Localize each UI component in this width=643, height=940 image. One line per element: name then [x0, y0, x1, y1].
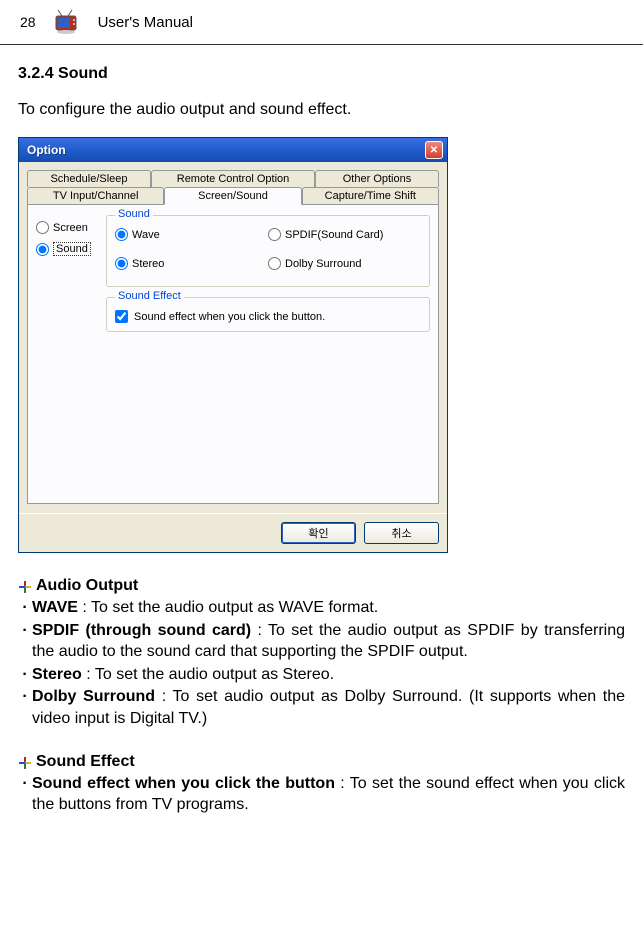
sound-effect-checkbox-label: Sound effect when you click the button. [134, 311, 325, 323]
tab-other-options[interactable]: Other Options [315, 170, 439, 187]
radio-spdif-label: SPDIF(Sound Card) [285, 229, 383, 241]
audio-output-heading-text: Audio Output [36, 577, 138, 595]
bullet-dot: · [18, 664, 32, 686]
dialog-footer: 확인 취소 [19, 513, 447, 552]
bullet-dot: · [18, 597, 32, 619]
radio-stereo[interactable]: Stereo [115, 257, 268, 270]
list-item: · WAVE : To set the audio output as WAVE… [18, 597, 625, 619]
radio-stereo-input[interactable] [115, 257, 128, 270]
plus-icon [18, 756, 32, 770]
radio-stereo-label: Stereo [132, 258, 164, 270]
bullet-dot: · [18, 686, 32, 729]
list-item: · SPDIF (through sound card) : To set th… [18, 620, 625, 663]
radio-screen[interactable]: Screen [36, 221, 106, 234]
item-desc: : To set the audio output as WAVE format… [78, 599, 378, 616]
sound-effect-checkbox-row[interactable]: Sound effect when you click the button. [115, 310, 421, 323]
dialog-title: Option [27, 143, 425, 157]
tab-tv-input[interactable]: TV Input/Channel [27, 187, 164, 205]
sound-effect-checkbox[interactable] [115, 310, 128, 323]
radio-sound-input[interactable] [36, 243, 49, 256]
radio-spdif-input[interactable] [268, 228, 281, 241]
radio-dolby[interactable]: Dolby Surround [268, 257, 421, 270]
page-number: 28 [20, 14, 36, 30]
list-item: · Stereo : To set the audio output as St… [18, 664, 625, 686]
bullet-dot: · [18, 620, 32, 663]
radio-wave-input[interactable] [115, 228, 128, 241]
item-term: WAVE [32, 599, 78, 616]
item-term: SPDIF (through sound card) [32, 622, 251, 639]
radio-sound-label: Sound [53, 242, 91, 256]
audio-output-section: Audio Output · WAVE : To set the audio o… [18, 577, 625, 730]
section-intro: To configure the audio output and sound … [18, 101, 625, 119]
item-term: Dolby Surround [32, 688, 155, 705]
tab-panel: Screen Sound Sound [27, 204, 439, 504]
close-button[interactable]: ✕ [425, 141, 443, 159]
item-desc: : To set the audio output as Stereo. [82, 666, 334, 683]
audio-output-heading: Audio Output [18, 577, 625, 595]
bullet-dot: · [18, 773, 32, 816]
item-term: Sound effect when you click the button [32, 775, 335, 792]
dialog-body: Schedule/Sleep Remote Control Option Oth… [19, 162, 447, 513]
tab-screen-sound[interactable]: Screen/Sound [164, 187, 301, 205]
option-dialog: Option ✕ Schedule/Sleep Remote Control O… [18, 137, 448, 553]
ok-button[interactable]: 확인 [281, 522, 356, 544]
cancel-button[interactable]: 취소 [364, 522, 439, 544]
radio-screen-label: Screen [53, 222, 88, 234]
plus-icon [18, 580, 32, 594]
tab-strip: Schedule/Sleep Remote Control Option Oth… [27, 170, 439, 205]
item-term: Stereo [32, 666, 82, 683]
radio-dolby-input[interactable] [268, 257, 281, 270]
tab-schedule-sleep[interactable]: Schedule/Sleep [27, 170, 151, 187]
radio-screen-input[interactable] [36, 221, 49, 234]
sound-legend: Sound [115, 208, 153, 220]
tab-capture-time[interactable]: Capture/Time Shift [302, 187, 439, 205]
sound-effect-section: Sound Effect · Sound effect when you cli… [18, 753, 625, 816]
section-heading: 3.2.4 Sound [18, 65, 625, 83]
page-header: 28 User's Manual [0, 0, 643, 45]
list-item: · Sound effect when you click the button… [18, 773, 625, 816]
radio-sound[interactable]: Sound [36, 242, 106, 256]
sound-effect-heading: Sound Effect [18, 753, 625, 771]
sound-fieldset: Sound Wave SPDIF(Sound Card) [106, 215, 430, 287]
tab-remote-control[interactable]: Remote Control Option [151, 170, 315, 187]
radio-spdif[interactable]: SPDIF(Sound Card) [268, 228, 421, 241]
radio-wave[interactable]: Wave [115, 228, 268, 241]
tv-icon [52, 8, 80, 36]
close-icon: ✕ [430, 145, 438, 156]
sound-effect-legend: Sound Effect [115, 290, 184, 302]
list-item: · Dolby Surround : To set audio output a… [18, 686, 625, 729]
left-mode-radios: Screen Sound [36, 215, 106, 342]
dialog-titlebar: Option ✕ [19, 138, 447, 162]
header-title: User's Manual [98, 14, 193, 31]
sound-effect-heading-text: Sound Effect [36, 753, 135, 771]
radio-dolby-label: Dolby Surround [285, 258, 361, 270]
sound-effect-fieldset: Sound Effect Sound effect when you click… [106, 297, 430, 332]
radio-wave-label: Wave [132, 229, 160, 241]
